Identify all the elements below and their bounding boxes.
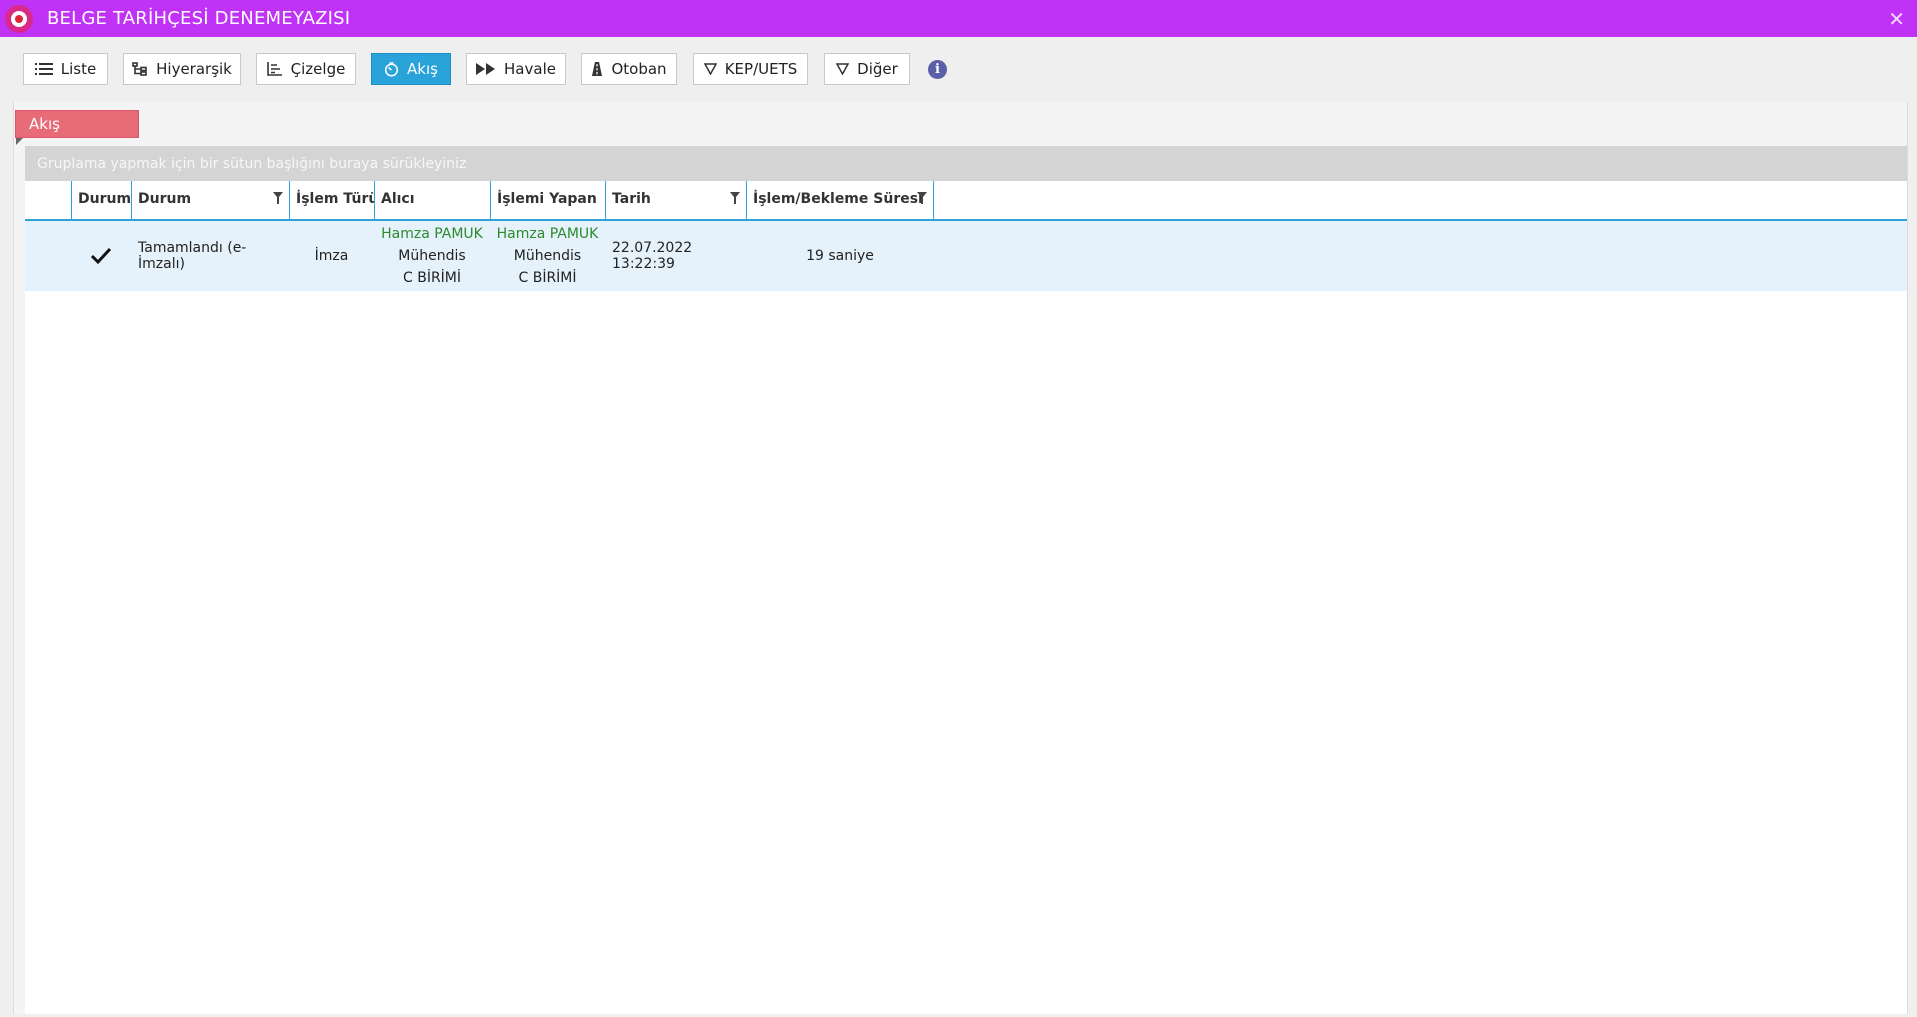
- app-logo-icon: [5, 5, 33, 33]
- date-cell: 22.07.2022 13:22:39: [605, 221, 746, 291]
- akis-label: Akış: [407, 60, 438, 78]
- column-header-recipient[interactable]: Alıcı: [374, 181, 490, 219]
- akis-button[interactable]: Akış: [371, 53, 451, 85]
- column-header-status-label: Durum: [138, 191, 192, 207]
- liste-label: Liste: [60, 60, 97, 78]
- tab-corner-marker: [16, 138, 23, 145]
- gantt-icon: [266, 62, 282, 76]
- column-header-duration[interactable]: İşlem/Bekleme Süresi: [746, 181, 934, 219]
- column-header-duration-label: İşlem/Bekleme Süresi: [753, 191, 923, 207]
- close-icon[interactable]: ✕: [1888, 7, 1905, 31]
- hiyerarsik-button[interactable]: Hiyerarşik: [123, 53, 241, 85]
- status-text: Tamamlandı (e-İmzalı): [138, 240, 247, 272]
- performer-name[interactable]: Hamza PAMUK: [497, 223, 599, 245]
- diger-label: Diğer: [857, 60, 898, 78]
- title-bar: BELGE TARİHÇESİ DENEMEYAZISI ✕: [0, 0, 1917, 37]
- kep-uets-button[interactable]: KEP/UETS: [693, 53, 808, 85]
- operation-type-cell: İmza: [289, 221, 374, 291]
- window-title: BELGE TARİHÇESİ DENEMEYAZISI: [47, 8, 351, 29]
- main-panel: Akış Gruplama yapmak için bir sütun başl…: [13, 102, 1908, 1014]
- column-header-status-icon[interactable]: Durum: [71, 181, 131, 219]
- column-header-date-label: Tarih: [612, 191, 651, 207]
- hiyerarsik-label: Hiyerarşik: [156, 60, 232, 78]
- cizelge-label: Çizelge: [290, 60, 346, 78]
- performer-title: Mühendis: [513, 248, 582, 264]
- info-icon[interactable]: i: [928, 60, 947, 79]
- havale-button[interactable]: Havale: [466, 53, 566, 85]
- status-text-cell: Tamamlandı (e-İmzalı): [131, 221, 289, 291]
- performer-cell: Hamza PAMUK Mühendis C BİRİMİ: [490, 221, 605, 291]
- column-filter-icon[interactable]: [730, 192, 740, 204]
- column-filter-icon[interactable]: [917, 192, 927, 204]
- liste-button[interactable]: Liste: [23, 53, 108, 85]
- check-icon: [90, 247, 112, 265]
- group-by-panel[interactable]: Gruplama yapmak için bir sütun başlığını…: [25, 146, 1907, 181]
- recipient-unit: C BİRİMİ: [402, 270, 462, 286]
- section-tab-akis[interactable]: Akış: [15, 110, 139, 138]
- column-header-status[interactable]: Durum: [131, 181, 289, 219]
- date-text: 22.07.2022 13:22:39: [612, 240, 693, 272]
- status-cell: [71, 221, 131, 291]
- havale-label: Havale: [504, 60, 556, 78]
- road-icon: [592, 62, 603, 76]
- filter-icon: [703, 63, 717, 75]
- recipient-name[interactable]: Hamza PAMUK: [381, 223, 483, 245]
- timer-icon: [384, 61, 399, 77]
- list-icon: [34, 63, 53, 75]
- history-grid: Gruplama yapmak için bir sütun başlığını…: [25, 146, 1907, 1014]
- column-header-performer[interactable]: İşlemi Yapan: [490, 181, 605, 219]
- duration-cell: 19 saniye: [746, 221, 934, 291]
- performer-unit: C BİRİMİ: [518, 270, 577, 286]
- otoban-label: Otoban: [611, 60, 667, 78]
- table-row[interactable]: Tamamlandı (e-İmzalı) İmza Hamza PAMUK M…: [25, 221, 1907, 291]
- column-header-expand: [25, 181, 71, 219]
- column-header-date[interactable]: Tarih: [605, 181, 746, 219]
- column-header-operation-type[interactable]: İşlem Türü: [289, 181, 374, 219]
- recipient-cell: Hamza PAMUK Mühendis C BİRİMİ: [374, 221, 490, 291]
- recipient-title: Mühendis: [398, 248, 466, 264]
- diger-button[interactable]: Diğer: [824, 53, 910, 85]
- operation-type: İmza: [314, 248, 349, 264]
- fast-forward-icon: [476, 63, 496, 75]
- grid-header: Durum Durum İşlem Türü Alıcı İşlemi Yapa…: [25, 181, 1907, 221]
- cizelge-button[interactable]: Çizelge: [256, 53, 356, 85]
- otoban-button[interactable]: Otoban: [581, 53, 677, 85]
- column-filter-icon[interactable]: [273, 192, 283, 204]
- hierarchy-icon: [132, 62, 147, 76]
- kep-uets-label: KEP/UETS: [724, 60, 798, 78]
- filter-icon: [836, 63, 850, 75]
- duration-text: 19 saniye: [806, 248, 874, 264]
